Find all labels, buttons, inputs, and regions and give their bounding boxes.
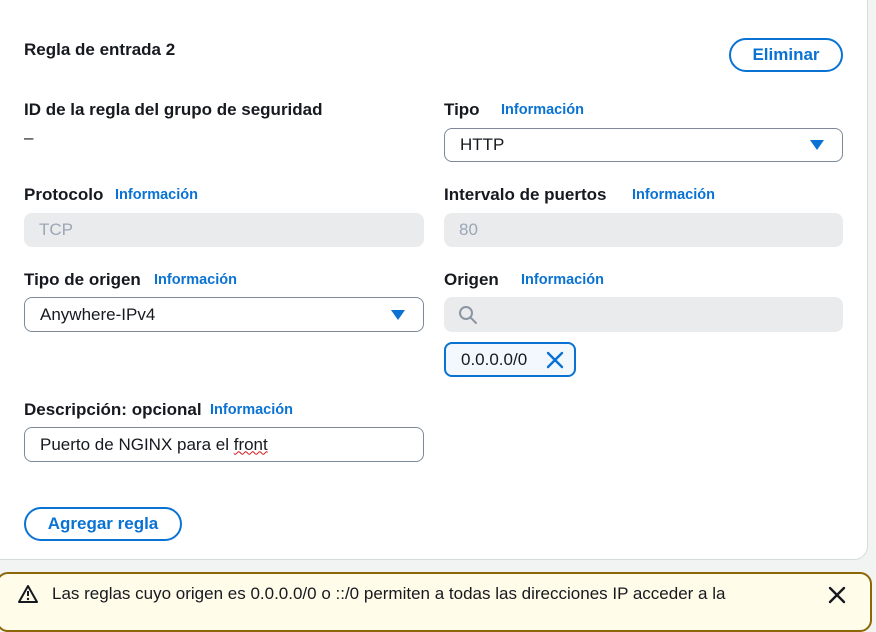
source-token-value: 0.0.0.0/0 xyxy=(461,349,528,369)
source-type-select[interactable]: Anywhere-IPv4 xyxy=(24,297,424,332)
port-range-value: 80 xyxy=(459,220,478,239)
source-type-label: Tipo de origen xyxy=(24,270,141,289)
close-icon[interactable] xyxy=(828,586,846,604)
source-search-input[interactable] xyxy=(444,297,843,332)
type-info-link[interactable]: Información xyxy=(501,102,584,118)
rule-title: Regla de entrada 2 xyxy=(24,40,176,59)
add-rule-button[interactable]: Agregar regla xyxy=(24,507,182,541)
delete-rule-button[interactable]: Eliminar xyxy=(729,38,843,72)
rule-id-label: ID de la regla del grupo de seguridad xyxy=(24,100,323,119)
protocol-label: Protocolo xyxy=(24,185,104,204)
type-select[interactable]: HTTP xyxy=(444,128,843,162)
type-label: Tipo xyxy=(444,100,480,119)
source-type-value: Anywhere-IPv4 xyxy=(40,304,156,324)
caret-down-icon xyxy=(810,140,824,150)
description-input[interactable]: Puerto de NGINX para el front xyxy=(24,427,424,462)
warning-alert: Las reglas cuyo origen es 0.0.0.0/0 o ::… xyxy=(0,572,872,632)
remove-token-icon[interactable] xyxy=(546,351,564,369)
protocol-field: TCP xyxy=(24,213,424,247)
warning-alert-text: Las reglas cuyo origen es 0.0.0.0/0 o ::… xyxy=(52,584,726,603)
protocol-info-link[interactable]: Información xyxy=(115,187,198,203)
protocol-value: TCP xyxy=(39,220,73,239)
source-label: Origen xyxy=(444,270,499,289)
search-icon xyxy=(459,306,477,324)
caret-down-icon xyxy=(391,309,405,320)
source-token: 0.0.0.0/0 xyxy=(444,342,576,377)
port-range-field: 80 xyxy=(444,213,843,247)
description-value: Puerto de NGINX para el front xyxy=(40,434,268,454)
source-info-link[interactable]: Información xyxy=(521,272,604,288)
port-range-label: Intervalo de puertos xyxy=(444,185,607,204)
type-select-value: HTTP xyxy=(460,135,505,154)
port-range-info-link[interactable]: Información xyxy=(632,187,715,203)
source-type-info-link[interactable]: Información xyxy=(154,272,237,288)
description-info-link[interactable]: Información xyxy=(210,402,293,418)
rule-id-value: – xyxy=(24,128,34,147)
description-label: Descripción: opcional xyxy=(24,400,202,419)
warning-icon xyxy=(18,585,38,603)
